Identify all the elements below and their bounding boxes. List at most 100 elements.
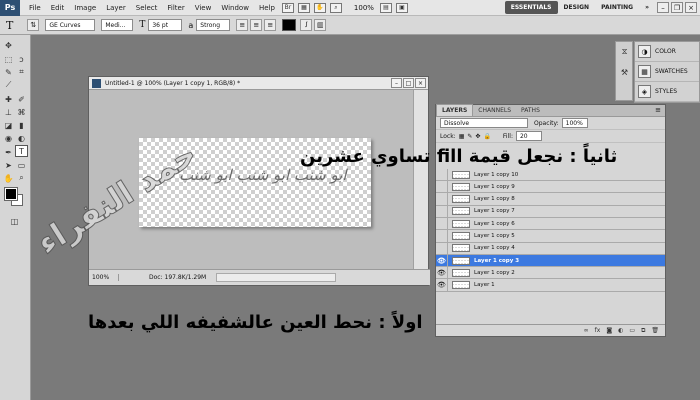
dodge-tool-icon[interactable]: ◐ <box>15 132 28 144</box>
visibility-eye-icon[interactable] <box>436 217 448 230</box>
document-close-icon[interactable]: × <box>415 78 426 88</box>
hand-tool-icon[interactable]: ✋ <box>2 172 15 184</box>
trash-icon[interactable]: 🗑 <box>651 327 659 334</box>
healing-tool-icon[interactable]: ✚ <box>2 93 15 105</box>
tab-channels[interactable]: CHANNELS <box>473 105 516 116</box>
opacity-input[interactable]: 100% <box>561 118 588 128</box>
layer-row[interactable]: 👁 Layer 1 <box>436 279 665 292</box>
tab-paths[interactable]: PATHS <box>516 105 545 116</box>
type-tool-icon[interactable]: T <box>15 145 28 157</box>
lasso-tool-icon[interactable]: ↄ <box>15 53 28 65</box>
gradient-tool-icon[interactable]: ▮ <box>15 119 28 131</box>
menu-filter[interactable]: Filter <box>162 4 189 12</box>
visibility-eye-icon[interactable]: 👁 <box>436 266 448 279</box>
align-right-icon[interactable]: ≡ <box>264 19 277 31</box>
guides-icon[interactable]: ▦ <box>297 2 310 13</box>
color-panel-tab[interactable]: ◑ COLOR <box>635 42 699 62</box>
lock-transparency-icon[interactable]: ▦ <box>459 133 465 140</box>
crop-tool-icon[interactable]: ⌗ <box>15 66 28 78</box>
align-left-icon[interactable]: ≡ <box>236 19 249 31</box>
hand-icon[interactable]: ✋ <box>313 2 326 13</box>
shape-tool-icon[interactable]: ▭ <box>15 159 28 171</box>
menu-file[interactable]: File <box>24 4 46 12</box>
arrange-icon[interactable]: ▤ <box>379 2 392 13</box>
styles-panel-tab[interactable]: ◈ STYLES <box>635 82 699 102</box>
font-style-select[interactable]: Medi... <box>101 19 134 31</box>
warp-text-icon[interactable]: ꭍ <box>300 19 313 31</box>
link-icon[interactable]: ∞ <box>584 327 589 334</box>
document-title-bar[interactable]: Untitled-1 @ 100% (Layer 1 copy 1, RGB/8… <box>89 77 428 90</box>
close-icon[interactable]: × <box>685 2 697 13</box>
horizontal-scrollbar[interactable] <box>216 273 337 282</box>
eyedropper-tool-icon[interactable]: ⟋ <box>2 79 15 91</box>
minimize-icon[interactable]: – <box>657 2 669 13</box>
vertical-scrollbar[interactable] <box>413 90 428 270</box>
layer-row[interactable]: Layer 1 copy 9 <box>436 180 665 194</box>
visibility-eye-icon[interactable] <box>436 180 448 193</box>
history-brush-tool-icon[interactable]: ⌘ <box>15 106 28 118</box>
menu-image[interactable]: Image <box>69 4 101 12</box>
visibility-eye-icon[interactable]: 👁 <box>436 254 448 267</box>
restore-icon[interactable]: ❐ <box>671 2 683 13</box>
tab-layers[interactable]: LAYERS <box>436 104 474 116</box>
move-tool-icon[interactable]: ✥ <box>2 39 15 51</box>
menu-window[interactable]: Window <box>216 4 254 12</box>
fx-icon[interactable]: fx <box>595 327 601 334</box>
text-tool-preset-icon[interactable]: T <box>6 19 13 32</box>
layer-row[interactable]: 👁 Layer 1 copy 3 <box>436 254 665 268</box>
pen-tool-icon[interactable]: ✒ <box>2 146 15 158</box>
visibility-eye-icon[interactable] <box>436 205 448 218</box>
text-orientation-icon[interactable]: ⇅ <box>27 19 40 31</box>
layer-row[interactable]: Layer 1 copy 8 <box>436 193 665 206</box>
workspace-more[interactable]: » <box>639 1 655 14</box>
layer-row[interactable]: Layer 1 copy 7 <box>436 205 665 218</box>
adjustment-icon[interactable]: ◐ <box>618 327 623 334</box>
character-panel-icon[interactable]: ▥ <box>314 19 327 31</box>
eraser-tool-icon[interactable]: ◪ <box>2 119 15 131</box>
fill-input[interactable]: 20 <box>515 131 542 141</box>
foreground-color-swatch[interactable] <box>4 187 18 201</box>
panel-menu-icon[interactable]: ≡ <box>651 106 665 116</box>
clone-stamp-tool-icon[interactable]: ⊥ <box>2 106 15 118</box>
visibility-eye-icon[interactable]: 👁 <box>436 279 448 292</box>
menu-select[interactable]: Select <box>131 4 163 12</box>
status-zoom[interactable]: 100% <box>89 274 119 281</box>
menu-view[interactable]: View <box>190 4 217 12</box>
layer-row[interactable]: Layer 1 copy 6 <box>436 217 665 231</box>
lock-position-icon[interactable]: ✥ <box>475 133 480 140</box>
swatches-panel-tab[interactable]: ▦ SWATCHES <box>635 62 699 82</box>
menu-help[interactable]: Help <box>254 4 280 12</box>
align-center-icon[interactable]: ≡ <box>250 19 263 31</box>
workspace-design[interactable]: DESIGN <box>558 1 596 14</box>
menu-layer[interactable]: Layer <box>101 4 131 12</box>
zoom-tool-icon[interactable]: ⌕ <box>329 2 342 13</box>
workspace-painting[interactable]: PAINTING <box>595 1 639 14</box>
history-panel-icon[interactable]: ⧖ <box>618 46 631 58</box>
path-select-tool-icon[interactable]: ➤ <box>2 159 15 171</box>
screen-mode-icon[interactable]: ▣ <box>395 2 408 13</box>
lock-pixels-icon[interactable]: ✎ <box>467 133 472 140</box>
visibility-eye-icon[interactable] <box>436 193 448 206</box>
tools-options-icon[interactable]: ⚒ <box>618 66 631 78</box>
brush-tool-icon[interactable]: ✐ <box>15 93 28 105</box>
group-icon[interactable]: ▭ <box>629 327 635 334</box>
new-layer-icon[interactable]: ⧉ <box>641 327 645 335</box>
antialias-select[interactable]: Strong <box>196 19 231 31</box>
layer-row[interactable]: 👁 Layer 1 copy 2 <box>436 266 665 280</box>
visibility-eye-icon[interactable] <box>436 168 448 181</box>
layer-row[interactable]: Layer 1 copy 10 <box>436 168 665 181</box>
visibility-eye-icon[interactable] <box>436 230 448 242</box>
visibility-eye-icon[interactable] <box>436 242 448 255</box>
quick-mask-icon[interactable]: ◫ <box>8 215 21 227</box>
zoom-level[interactable]: 100% <box>350 4 378 12</box>
text-color-swatch[interactable] <box>282 19 297 31</box>
mask-icon[interactable]: ◙ <box>606 327 612 334</box>
workspace-essentials[interactable]: ESSENTIALS <box>504 1 558 14</box>
layer-row[interactable]: Layer 1 copy 4 <box>436 242 665 255</box>
font-size-select[interactable]: 36 pt <box>148 19 183 31</box>
document-maximize-icon[interactable]: □ <box>403 78 414 88</box>
marquee-tool-icon[interactable]: ⬚ <box>2 53 15 65</box>
lock-all-icon[interactable]: 🔒 <box>483 133 490 140</box>
font-family-select[interactable]: GE Curves <box>45 19 96 31</box>
layer-row[interactable]: Layer 1 copy 5 <box>436 230 665 243</box>
